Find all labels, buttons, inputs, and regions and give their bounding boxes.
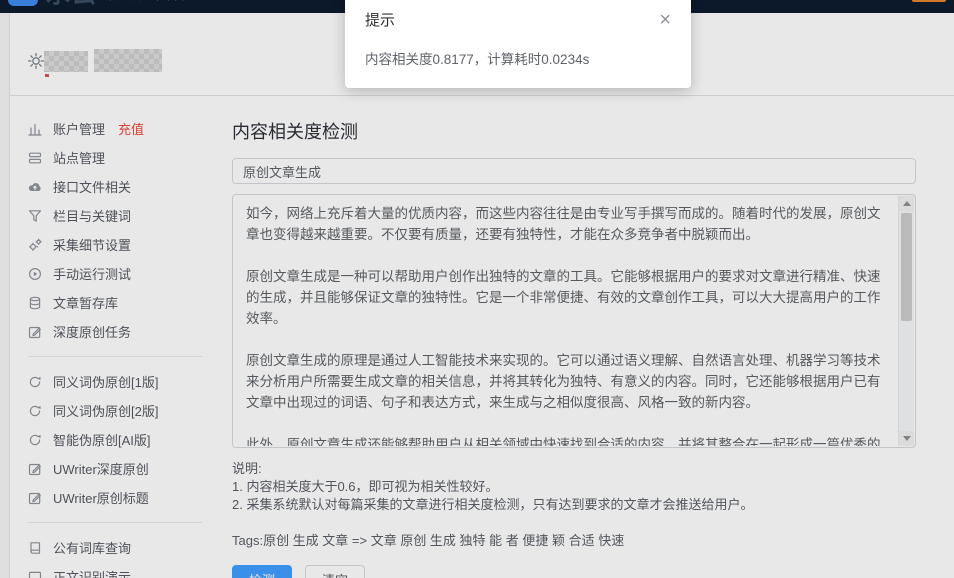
server-list-icon (28, 151, 42, 165)
sidebar-item-label: UWriter深度原创 (53, 459, 149, 478)
sidebar-item-label: 手动运行测试 (53, 264, 131, 283)
play-circle-icon (28, 267, 42, 281)
cloud-upload-icon (28, 180, 42, 194)
dialog-body-text: 内容相关度0.8177，计算耗时0.0234s (345, 30, 691, 68)
page-title: 内容相关度检测 (232, 118, 916, 144)
detect-button[interactable]: 检测 (232, 565, 292, 578)
scroll-up-arrow-icon[interactable] (899, 196, 914, 211)
notes-title: 说明: (232, 460, 916, 478)
note-line-2: 2. 采集系统默认对每篇采集的文章进行相关度检测，只有达到要求的文章才会推送给用… (232, 496, 916, 514)
article-textarea[interactable]: 如今，网络上充斥着大量的优质内容，而这些内容往往是由专业写手撰写而成的。随着时代… (232, 194, 916, 448)
dialog-header: 提示 × (345, 0, 691, 30)
brand-name: 水云 (46, 0, 98, 9)
sidebar-item-label: 账户管理 (53, 119, 105, 138)
sidebar-item-ai-pseudo-original[interactable]: 智能伪原创[AI版] (10, 425, 220, 454)
sidebar-item-label: 同义词伪原创[2版] (53, 401, 158, 420)
notice-dialog: 提示 × 内容相关度0.8177，计算耗时0.0234s (345, 0, 691, 88)
edit-icon (28, 325, 42, 339)
edit-icon (28, 491, 42, 505)
sidebar: 账户管理 充值 站点管理 接口文件相关 栏目与关键词 采集细节设置 手动运行测试… (10, 96, 220, 578)
sidebar-item-uwriter-original-title[interactable]: UWriter原创标题 (10, 483, 220, 512)
nav-item-label: 首页 (265, 0, 291, 1)
book-icon (28, 541, 42, 555)
sidebar-item-label: 正文识别演示 (53, 567, 131, 578)
scrollbar-thumb[interactable] (901, 213, 912, 321)
sidebar-item-label: 接口文件相关 (53, 177, 131, 196)
refresh-icon (28, 404, 42, 418)
close-icon[interactable]: × (659, 10, 671, 30)
clear-button[interactable]: 清空 (305, 565, 365, 578)
sidebar-item-columns-keywords[interactable]: 栏目与关键词 (10, 201, 220, 230)
recharge-badge[interactable]: 充值 (118, 119, 144, 138)
sidebar-divider (28, 356, 202, 357)
sidebar-item-uwriter-deep-original[interactable]: UWriter深度原创 (10, 454, 220, 483)
scroll-down-arrow-icon[interactable] (899, 431, 914, 446)
refresh-icon (28, 433, 42, 447)
censored-red-mark (45, 74, 49, 77)
keyword-input[interactable] (232, 158, 916, 184)
gears-icon (28, 238, 42, 252)
status-badge[interactable]: 在线 (912, 0, 946, 2)
monitor-icon (28, 570, 42, 578)
textarea-scrollbar[interactable] (898, 196, 914, 446)
tags-line: Tags:原创 生成 文章 => 文章 原创 生成 独特 能 者 便捷 颖 合适… (232, 530, 916, 549)
sidebar-item-label: 栏目与关键词 (53, 206, 131, 225)
database-icon (28, 296, 42, 310)
sidebar-item-label: 站点管理 (53, 148, 105, 167)
main-content: 内容相关度检测 如今，网络上充斥着大量的优质内容，而这些内容往往是由专业写手撰写… (232, 96, 916, 578)
sidebar-item-deep-original-task[interactable]: 深度原创任务 (10, 317, 220, 346)
app-logo-icon: PD (8, 0, 38, 6)
nav-item-home[interactable]: 首页 (245, 0, 291, 1)
censored-site-name-block (94, 49, 162, 72)
sidebar-divider (28, 522, 202, 523)
sidebar-item-collection-settings[interactable]: 采集细节设置 (10, 230, 220, 259)
sidebar-item-label: 采集细节设置 (53, 235, 131, 254)
sidebar-item-label: 公有词库查询 (53, 538, 131, 557)
notes-block: 说明: 1. 内容相关度大于0.6，即可视为相关性较好。 2. 采集系统默认对每… (232, 460, 916, 514)
app-window: PD 水云 自动文章采集器 首页 帮助文档 0.53欧能:2896694667 … (0, 0, 954, 578)
note-line-1: 1. 内容相关度大于0.6，即可视为相关性较好。 (232, 478, 916, 496)
dialog-title: 提示 (365, 9, 395, 30)
bar-chart-icon (28, 122, 42, 136)
sidebar-item-label: 智能伪原创[AI版] (53, 430, 151, 449)
sidebar-item-body-recognition-demo[interactable]: 正文识别演示 (10, 562, 220, 578)
gear-icon[interactable] (27, 52, 45, 70)
button-row: 检测 清空 (232, 565, 916, 578)
sidebar-item-label: 同义词伪原创[1版] (53, 372, 158, 391)
left-gutter (0, 13, 10, 578)
sidebar-item-label: UWriter原创标题 (53, 488, 149, 507)
sidebar-item-manual-run-test[interactable]: 手动运行测试 (10, 259, 220, 288)
sidebar-item-interface-files[interactable]: 接口文件相关 (10, 172, 220, 201)
filter-icon (28, 209, 42, 223)
refresh-icon (28, 375, 42, 389)
article-text[interactable]: 如今，网络上充斥着大量的优质内容，而这些内容往往是由专业写手撰写而成的。随着时代… (234, 196, 898, 446)
sidebar-item-account-management[interactable]: 账户管理 充值 (10, 114, 220, 143)
brand-subtitle: 自动文章采集器 (108, 0, 185, 3)
sidebar-item-synonym-pseudo-v2[interactable]: 同义词伪原创[2版] (10, 396, 220, 425)
edit-icon (28, 462, 42, 476)
sidebar-item-label: 深度原创任务 (53, 322, 131, 341)
sidebar-item-site-management[interactable]: 站点管理 (10, 143, 220, 172)
sidebar-item-label: 文章暂存库 (53, 293, 118, 312)
censored-site-name-block (44, 51, 88, 72)
sidebar-item-article-storage[interactable]: 文章暂存库 (10, 288, 220, 317)
sidebar-item-synonym-pseudo-v1[interactable]: 同义词伪原创[1版] (10, 367, 220, 396)
sidebar-item-public-lexicon-query[interactable]: 公有词库查询 (10, 533, 220, 562)
